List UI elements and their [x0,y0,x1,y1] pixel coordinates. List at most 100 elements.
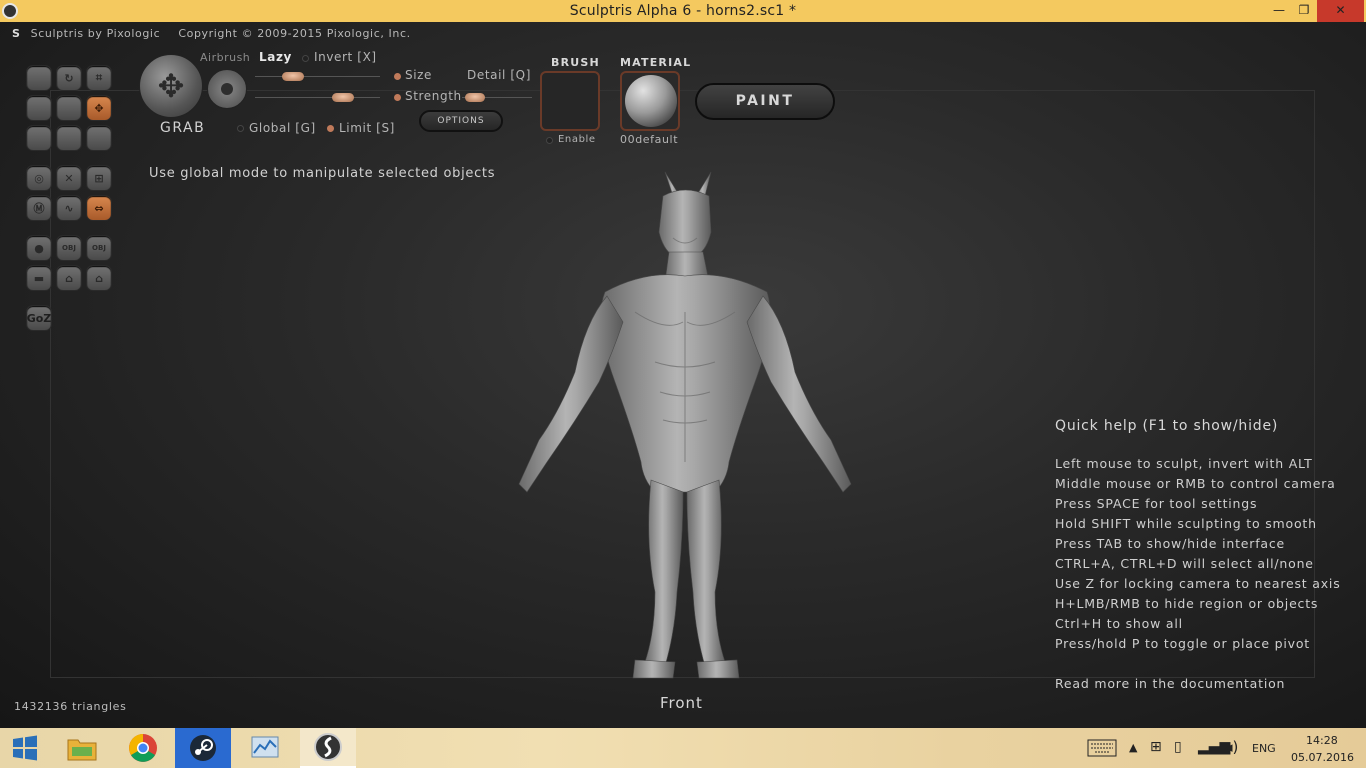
active-tool-name: GRAB [160,120,206,136]
lazy-toggle[interactable]: Lazy [259,50,292,64]
view-name: Front [660,694,703,712]
sculptris-workspace: S Sculptris by Pixologic Copyright © 200… [0,22,1366,728]
inflate-tool-icon[interactable] [26,95,52,121]
limit-label: Limit [S] [339,121,395,135]
detail-label: Detail [Q] [467,68,531,82]
paint-button[interactable]: PAINT [695,83,835,120]
airbrush-label: Airbrush [200,51,251,64]
save-file-icon[interactable]: ⌂ [86,265,112,291]
app-name: Sculptris by Pixologic [30,27,161,40]
plane-icon[interactable]: ▬ [26,265,52,291]
help-line: Hold SHIFT while sculpting to smooth [1055,516,1317,531]
windows-taskbar: ▲ ⊞ ▯ ▂▄▆ ◂) ENG 14:28 05.07.2016 [0,728,1366,768]
performance-monitor-icon [251,736,279,758]
sculptris-taskbar-button[interactable] [300,728,356,768]
brush-enable-checkbox[interactable] [546,137,553,144]
language-indicator[interactable]: ENG [1252,742,1276,755]
grab-brush-icon[interactable]: ✥ [139,54,203,118]
brush-enable-label: Enable [558,134,596,145]
detail-slider-knob[interactable] [465,93,485,102]
size-label: Size [405,68,433,82]
power-icon[interactable]: ▯ [1174,739,1182,755]
sphere-icon[interactable]: ● [26,235,52,261]
draw-tool-icon[interactable] [26,65,52,91]
scale-tool-icon[interactable]: ⌗ [86,65,112,91]
options-button[interactable]: OPTIONS [419,110,503,132]
documentation-link[interactable]: Read more in the documentation [1055,676,1341,691]
help-line: Use Z for locking camera to nearest axis [1055,576,1341,591]
window-title: Sculptris Alpha 6 - horns2.sc1 * [569,3,797,19]
material-slot[interactable] [620,71,680,131]
minimize-button[interactable]: — [1268,0,1290,22]
symmetry-icon[interactable]: ✕ [56,165,82,191]
mask-icon[interactable]: Ⓜ [26,195,52,221]
triangle-count: 1432136 triangles [14,700,127,713]
help-line: CTRL+A, CTRL+D will select all/none [1055,556,1314,571]
global-label: Global [G] [249,121,316,135]
crease-tool-icon[interactable] [26,125,52,151]
import-obj-icon[interactable]: OBJ [56,235,82,261]
wave-icon[interactable]: ∿ [56,195,82,221]
brush-label: BRUSH [551,56,600,69]
app-header: S Sculptris by Pixologic Copyright © 200… [12,27,425,40]
help-line: H+LMB/RMB to hide region or objects [1055,596,1319,611]
quick-help-panel: Quick help (F1 to show/hide) Left mouse … [1055,418,1341,691]
copyright: Copyright © 2009-2015 Pixologic, Inc. [178,27,411,40]
steam-button[interactable] [175,728,231,768]
strength-label: Strength [405,89,462,103]
maximize-button[interactable]: ❐ [1293,0,1315,22]
help-line: Middle mouse or RMB to control camera [1055,476,1336,491]
material-name: 00default [620,133,679,146]
window-titlebar: Sculptris Alpha 6 - horns2.sc1 * — ❐ ✕ [0,0,1366,22]
goz-button[interactable]: GoZ [26,305,52,331]
global-checkbox[interactable] [237,125,244,132]
material-preview-sphere [625,75,677,127]
file-explorer-button[interactable] [54,728,110,768]
action-center-icon[interactable]: ⊞ [1150,739,1162,755]
folder-icon [67,739,97,761]
size-pressure-dot[interactable] [394,73,401,80]
chrome-button[interactable] [115,728,171,768]
tool-hint: Use global mode to manipulate selected o… [149,166,496,181]
steam-icon [190,735,216,761]
windows-logo-icon [13,735,37,761]
help-line: Press TAB to show/hide interface [1055,536,1286,551]
rotate-tool-icon[interactable]: ↻ [56,65,82,91]
smooth-tool-icon[interactable] [86,125,112,151]
sculptris-logo-icon: S [12,27,21,40]
sculptris-icon [314,733,342,761]
volume-icon[interactable]: ◂) [1225,738,1238,756]
export-obj-icon[interactable]: OBJ [86,235,112,261]
help-line: Left mouse to sculpt, invert with ALT [1055,456,1313,471]
limit-checkbox[interactable] [327,125,334,132]
pinch-tool-icon[interactable] [56,125,82,151]
grab-tool-icon[interactable]: ✥ [86,95,112,121]
help-line: Press/hold P to toggle or place pivot [1055,636,1310,651]
help-line: Ctrl+H to show all [1055,616,1183,631]
size-slider-knob[interactable] [281,72,304,81]
invert-checkbox[interactable] [302,55,309,62]
show-hidden-icons-icon[interactable]: ▲ [1129,741,1137,754]
start-button[interactable] [0,728,50,768]
material-label: MATERIAL [620,56,692,69]
keyboard-icon[interactable] [1085,728,1119,768]
strength-pressure-dot[interactable] [394,94,401,101]
open-file-icon[interactable]: ⌂ [56,265,82,291]
strength-slider-knob[interactable] [331,93,354,102]
wireframe-icon[interactable]: ⊞ [86,165,112,191]
quick-help-title: Quick help (F1 to show/hide) [1055,418,1279,434]
task-manager-button[interactable] [237,728,293,768]
airbrush-toggle[interactable] [207,69,247,109]
mirror-icon[interactable]: ⇔ [86,195,112,221]
invert-label: Invert [X] [314,50,377,64]
brush-alpha-slot[interactable] [540,71,600,131]
reduce-brush-icon[interactable]: ◎ [26,165,52,191]
flatten-tool-icon[interactable] [56,95,82,121]
clock-time[interactable]: 14:28 [1306,734,1338,747]
clock-date[interactable]: 05.07.2016 [1291,751,1354,764]
close-button[interactable]: ✕ [1317,0,1364,22]
sculpt-model[interactable] [505,162,865,682]
help-line: Press SPACE for tool settings [1055,496,1258,511]
size-slider-track[interactable] [255,76,380,77]
strength-slider-track[interactable] [255,97,380,98]
